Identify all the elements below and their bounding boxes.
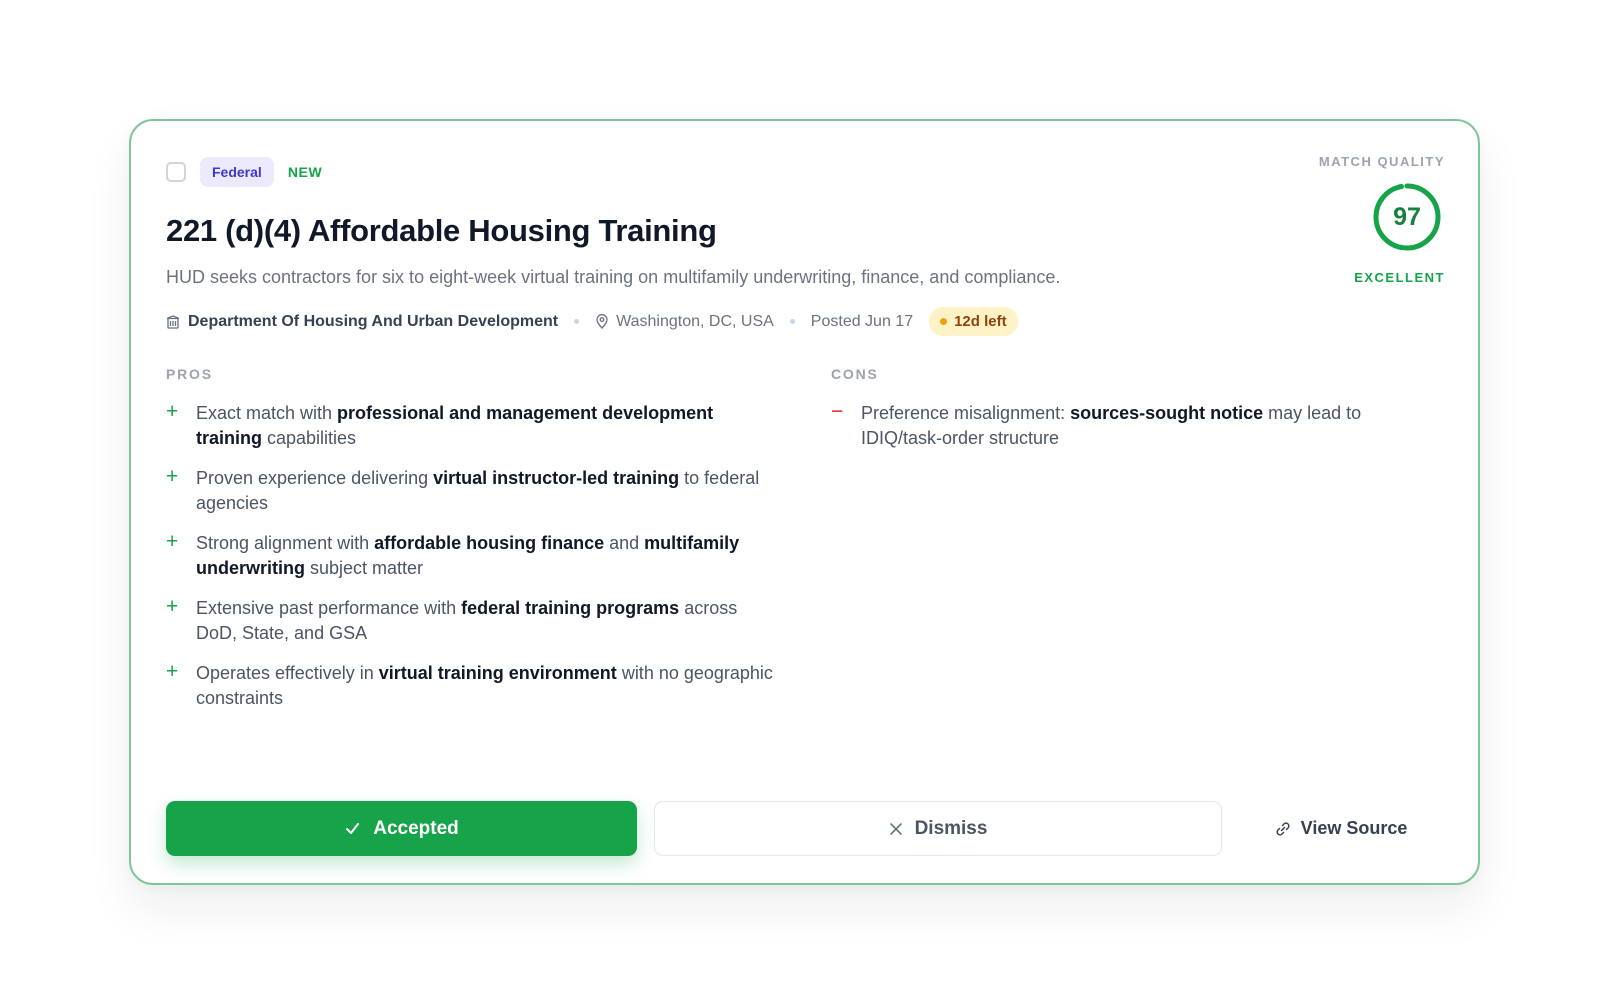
plain-text: and (604, 533, 645, 553)
plus-icon: + (166, 400, 179, 423)
plain-text: Preference misalignment: (861, 403, 1071, 423)
plain-text: Proven experience delivering (196, 468, 434, 488)
cons-list: − Preference misalignment: sources-sought… (831, 401, 1421, 466)
list-item: + Operates effectively in virtual trainin… (166, 661, 776, 711)
list-item: + Strong alignment with affordable housin… (166, 531, 776, 581)
select-checkbox[interactable] (166, 162, 186, 182)
view-source-button[interactable]: View Source (1251, 801, 1431, 856)
highlight-text: affordable housing finance (374, 533, 605, 553)
highlight-text: virtual training environment (378, 663, 617, 683)
pros-list: + Exact match with professional and manag… (166, 401, 776, 726)
accept-button[interactable]: Accepted (166, 801, 637, 856)
pros-heading: PROS (166, 366, 213, 382)
posted-date: Posted Jun 17 (810, 312, 914, 330)
highlight-text: virtual instructor-led training (433, 468, 680, 488)
card-header-row: Federal NEW (166, 157, 322, 187)
highlight-text: sources-sought notice (1070, 403, 1264, 423)
list-item: + Extensive past performance with federal… (166, 596, 776, 646)
agency-name: Department Of Housing And Urban Developm… (188, 312, 559, 330)
plus-icon: + (166, 595, 179, 618)
meta-separator (789, 319, 795, 324)
deadline-dot-icon (940, 318, 948, 325)
new-badge: NEW (287, 164, 323, 180)
plain-text: subject matter (305, 558, 424, 578)
list-item-text: Operates effectively in virtual training… (196, 661, 776, 711)
close-icon (889, 822, 903, 836)
link-icon (1275, 821, 1291, 837)
list-item: − Preference misalignment: sources-sought… (831, 401, 1421, 451)
plain-text: Extensive past performance with (196, 598, 462, 618)
match-score-ring: 97 (1372, 182, 1442, 252)
list-item-text: Extensive past performance with federal … (196, 596, 776, 646)
accept-button-label: Accepted (373, 817, 459, 839)
match-rating: EXCELLENT (1354, 270, 1445, 285)
dismiss-button[interactable]: Dismiss (654, 801, 1222, 856)
meta-separator (574, 319, 580, 324)
view-source-label: View Source (1300, 818, 1408, 838)
building-icon (166, 314, 180, 329)
list-item-text: Exact match with professional and manage… (196, 401, 776, 451)
minus-icon: − (831, 400, 844, 423)
plain-text: Strong alignment with (196, 533, 375, 553)
opportunity-meta: Department Of Housing And Urban Developm… (166, 307, 1018, 336)
plain-text: Operates effectively in (196, 663, 379, 683)
category-tag: Federal (200, 157, 274, 187)
check-icon (344, 820, 361, 837)
cons-heading: CONS (831, 366, 879, 382)
list-item-text: Strong alignment with affordable housing… (196, 531, 776, 581)
plain-text: capabilities (262, 428, 357, 448)
opportunity-card: Federal NEW 221 (d)(4) Affordable Housin… (129, 119, 1480, 885)
list-item-text: Preference misalignment: sources-sought … (861, 401, 1421, 451)
match-score: 97 (1393, 202, 1421, 231)
plus-icon: + (166, 465, 179, 488)
plain-text: Exact match with (196, 403, 338, 423)
plus-icon: + (166, 660, 179, 683)
deadline-badge: 12d left (929, 307, 1018, 336)
list-item-text: Proven experience delivering virtual ins… (196, 466, 776, 516)
list-item: + Exact match with professional and manag… (166, 401, 776, 451)
location-text: Washington, DC, USA (616, 312, 774, 330)
highlight-text: federal training programs (461, 598, 680, 618)
deadline-text: 12d left (954, 313, 1007, 330)
opportunity-summary: HUD seeks contractors for six to eight-w… (166, 267, 1061, 287)
opportunity-title: 221 (d)(4) Affordable Housing Training (166, 213, 717, 248)
match-quality: MATCH QUALITY 97 EXCELLENT (1285, 154, 1445, 285)
match-quality-label: MATCH QUALITY (1318, 154, 1445, 169)
map-pin-icon (595, 314, 609, 329)
plus-icon: + (166, 530, 179, 553)
list-item: + Proven experience delivering virtual in… (166, 466, 776, 516)
dismiss-button-label: Dismiss (914, 817, 988, 839)
